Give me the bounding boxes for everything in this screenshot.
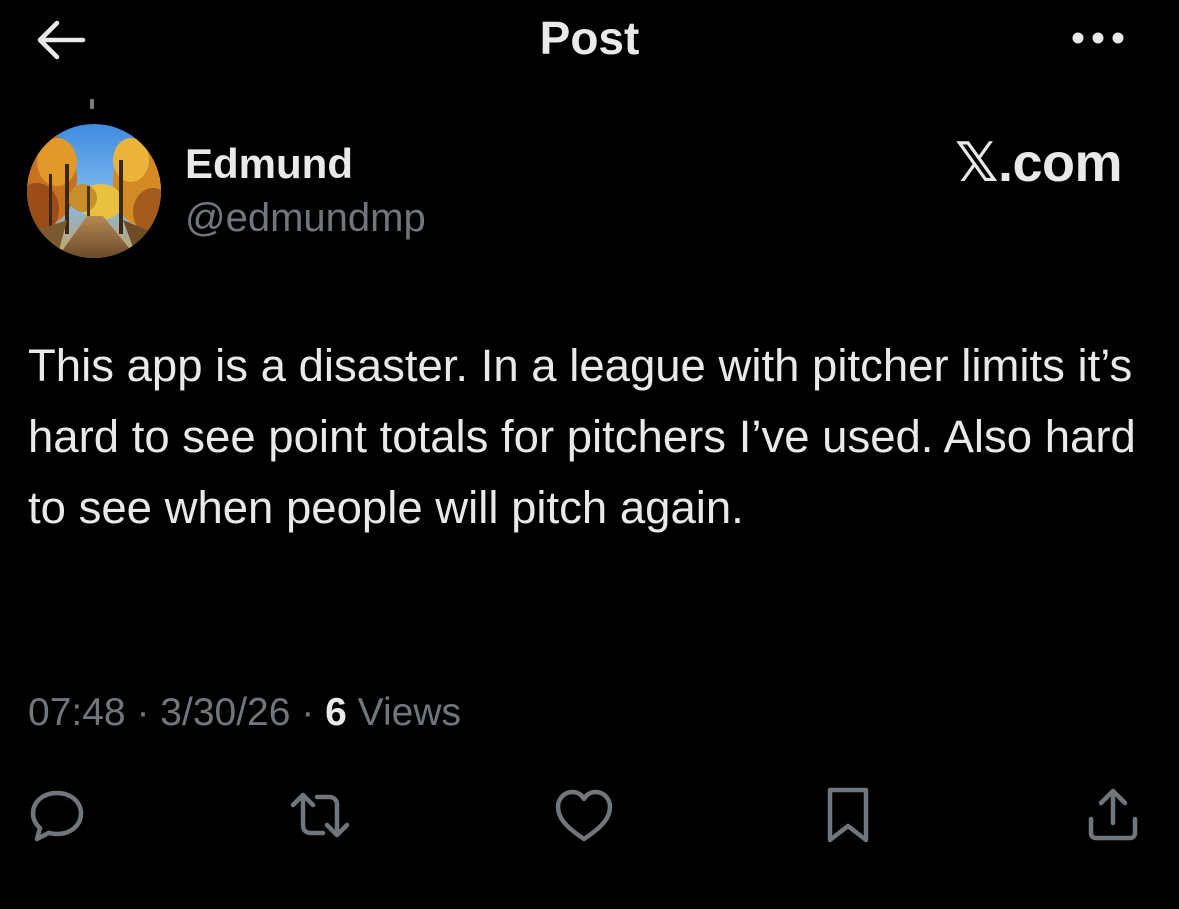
reply-icon: [30, 790, 84, 842]
post-time: 07:48: [28, 691, 126, 734]
bookmark-icon: [827, 787, 869, 843]
more-options-button[interactable]: [1060, 18, 1136, 58]
share-button[interactable]: [1078, 780, 1148, 850]
post-text: This app is a disaster. In a league with…: [28, 340, 1136, 533]
source-label: 𝕏.com: [954, 133, 1123, 193]
post-meta: 07:48 · 3/30/26 · 6 Views: [28, 688, 461, 738]
reply-button[interactable]: [22, 780, 92, 850]
heart-icon: [555, 789, 613, 842]
bookmark-button[interactable]: [813, 780, 883, 850]
meta-separator: ·: [136, 691, 150, 734]
views-label[interactable]: Views: [358, 691, 461, 734]
repost-button[interactable]: [285, 780, 355, 850]
author-handle: @edmundmp: [185, 196, 426, 240]
like-button[interactable]: [549, 780, 619, 850]
page-title: Post: [539, 12, 640, 64]
views-count[interactable]: 6: [325, 691, 347, 734]
autumn-trees-avatar: [27, 124, 161, 258]
share-icon: [1088, 788, 1138, 841]
thread-line-stub: [90, 99, 94, 109]
avatar[interactable]: [27, 124, 161, 258]
author-display-name[interactable]: Edmund: [185, 138, 353, 190]
meta-separator: ·: [301, 691, 315, 734]
ellipsis-icon: [1072, 32, 1124, 44]
repost-icon: [290, 792, 350, 838]
post-date: 3/30/26: [160, 691, 291, 734]
